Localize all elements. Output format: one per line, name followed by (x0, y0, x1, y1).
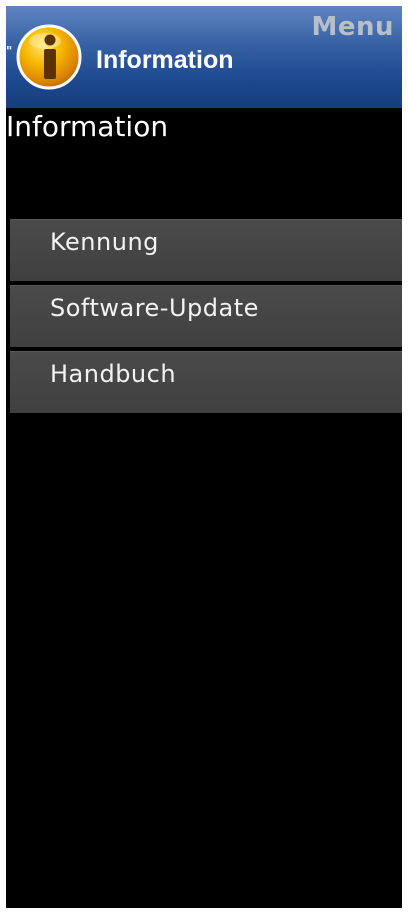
header-title: Information (96, 46, 234, 74)
menu-item-label: Software-Update (50, 294, 259, 322)
menu-item-label: Kennung (50, 228, 159, 256)
info-icon (15, 23, 83, 91)
menu-item-label: Handbuch (50, 360, 177, 388)
menu-item-software-update[interactable]: Software-Update (10, 285, 402, 347)
header-edge-mark: " (6, 44, 13, 58)
menu-header: " Information Menu (6, 6, 402, 108)
menu-label: Menu (311, 12, 394, 42)
menu-item-kennung[interactable]: Kennung (10, 219, 402, 281)
page-title: Information (6, 110, 169, 143)
menu-item-handbuch[interactable]: Handbuch (10, 351, 402, 413)
tv-menu-screen: " Information Menu Information Kennung S… (6, 6, 402, 908)
menu-list: Kennung Software-Update Handbuch (10, 219, 402, 417)
